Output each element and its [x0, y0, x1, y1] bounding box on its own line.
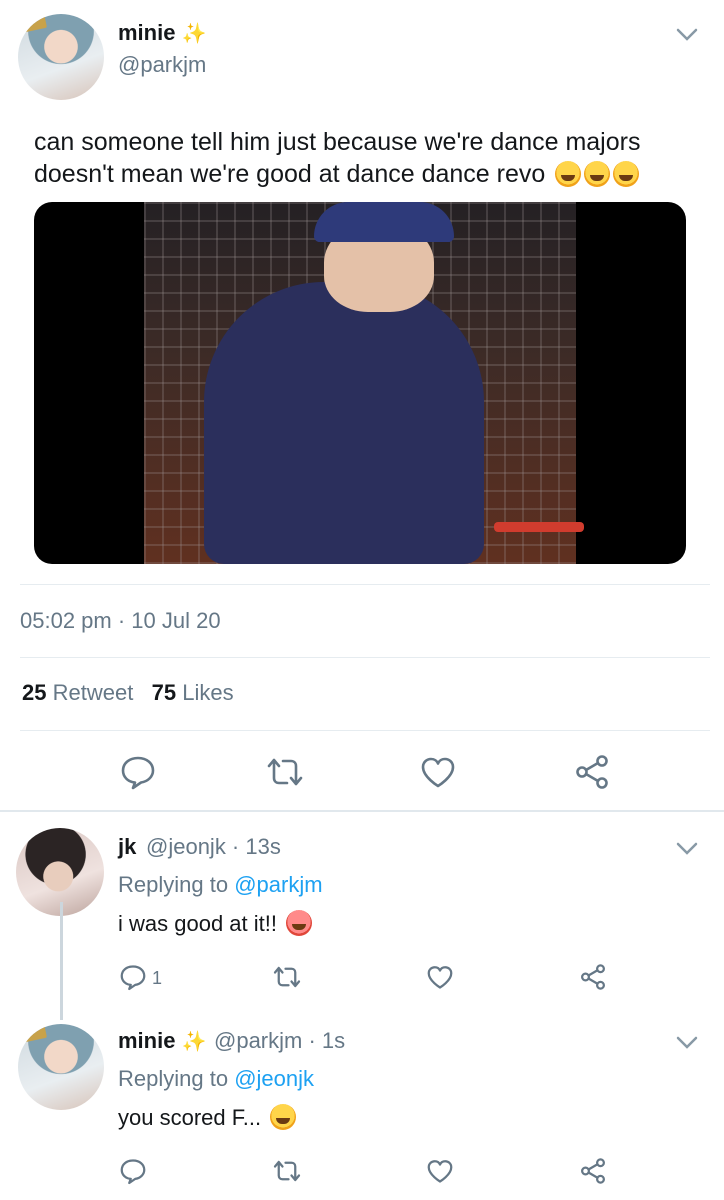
tired-face-emoji-icon — [286, 910, 313, 936]
reply-icon[interactable] — [118, 752, 158, 792]
section-divider — [0, 810, 724, 812]
main-tweet-handle[interactable]: @parkjm — [118, 52, 206, 78]
chevron-down-icon[interactable] — [676, 28, 698, 42]
red-rail — [494, 522, 584, 532]
rofl-emoji-icon — [270, 1104, 297, 1130]
replying-to-link[interactable]: @parkjm — [234, 872, 322, 897]
replying-to-link[interactable]: @jeonjk — [234, 1066, 314, 1091]
photo — [144, 202, 584, 564]
divider — [20, 584, 710, 585]
main-tweet-display-name[interactable]: minie ✨ — [118, 20, 207, 46]
reply-text-body: you scored F... — [118, 1105, 262, 1130]
likes-count: 75 — [151, 680, 177, 705]
person-cap — [314, 202, 454, 242]
display-name-text: minie — [118, 1028, 176, 1053]
tweet-stats: 25 Retweet 75 Likes — [22, 680, 234, 706]
reply-avatar-minie[interactable] — [18, 1024, 104, 1110]
divider — [20, 657, 710, 658]
tweet-timestamp[interactable]: 05:02 pm · 10 Jul 20 — [20, 608, 221, 634]
share-icon[interactable] — [578, 1156, 608, 1186]
replying-prefix: Replying to — [118, 1066, 229, 1091]
reply-handle-meta[interactable]: @parkjm · 1s — [214, 1028, 345, 1054]
reply-handle-meta[interactable]: @jeonjk · 13s — [146, 834, 281, 860]
likes-label: Likes — [182, 680, 234, 705]
heart-icon[interactable] — [425, 1156, 455, 1186]
retweet-stat[interactable]: 25 Retweet — [22, 680, 133, 705]
reply-display-name[interactable]: jk — [118, 834, 136, 860]
sparkle-icon: ✨ — [181, 23, 207, 45]
rofl-emoji-icon — [555, 161, 582, 187]
replying-to: Replying to @parkjm — [118, 872, 323, 898]
retweet-count: 25 — [22, 680, 47, 705]
main-tweet-avatar[interactable] — [18, 14, 104, 100]
retweet-icon[interactable] — [265, 752, 305, 792]
retweet-icon[interactable] — [272, 962, 302, 992]
heart-icon[interactable] — [425, 962, 455, 992]
display-name-text: minie — [118, 20, 176, 45]
person-hoodie — [204, 282, 484, 564]
thread-connector-line — [60, 902, 63, 1020]
retweet-label: Retweet — [52, 680, 134, 705]
share-icon[interactable] — [578, 962, 608, 992]
tweet-media-image[interactable] — [34, 202, 686, 564]
share-icon[interactable] — [572, 752, 612, 792]
avatar-badge — [22, 15, 48, 33]
heart-icon[interactable] — [418, 752, 458, 792]
replying-prefix: Replying to — [118, 872, 229, 897]
main-tweet-text: can someone tell him just because we're … — [34, 126, 714, 190]
rofl-emoji-icon — [584, 161, 611, 187]
replying-to: Replying to @jeonjk — [118, 1066, 314, 1092]
sparkle-icon: ✨ — [181, 1031, 207, 1053]
reply-icon[interactable] — [118, 1156, 148, 1186]
divider — [20, 730, 710, 731]
chevron-down-icon[interactable] — [676, 1036, 698, 1050]
avatar-badge — [22, 1025, 48, 1043]
reply-count: 1 — [152, 968, 163, 988]
likes-stat[interactable]: 75 Likes — [152, 680, 234, 705]
tweet-text-body: can someone tell him just because we're … — [34, 128, 641, 188]
reply-text: you scored F... — [118, 1104, 297, 1131]
reply-display-name[interactable]: minie ✨ — [118, 1028, 207, 1054]
chevron-down-icon[interactable] — [676, 842, 698, 856]
rofl-emoji-icon — [613, 161, 640, 187]
reply-text-body: i was good at it!! — [118, 911, 277, 936]
reply-text: i was good at it!! — [118, 910, 313, 937]
retweet-icon[interactable] — [272, 1156, 302, 1186]
reply-icon[interactable] — [118, 962, 148, 992]
